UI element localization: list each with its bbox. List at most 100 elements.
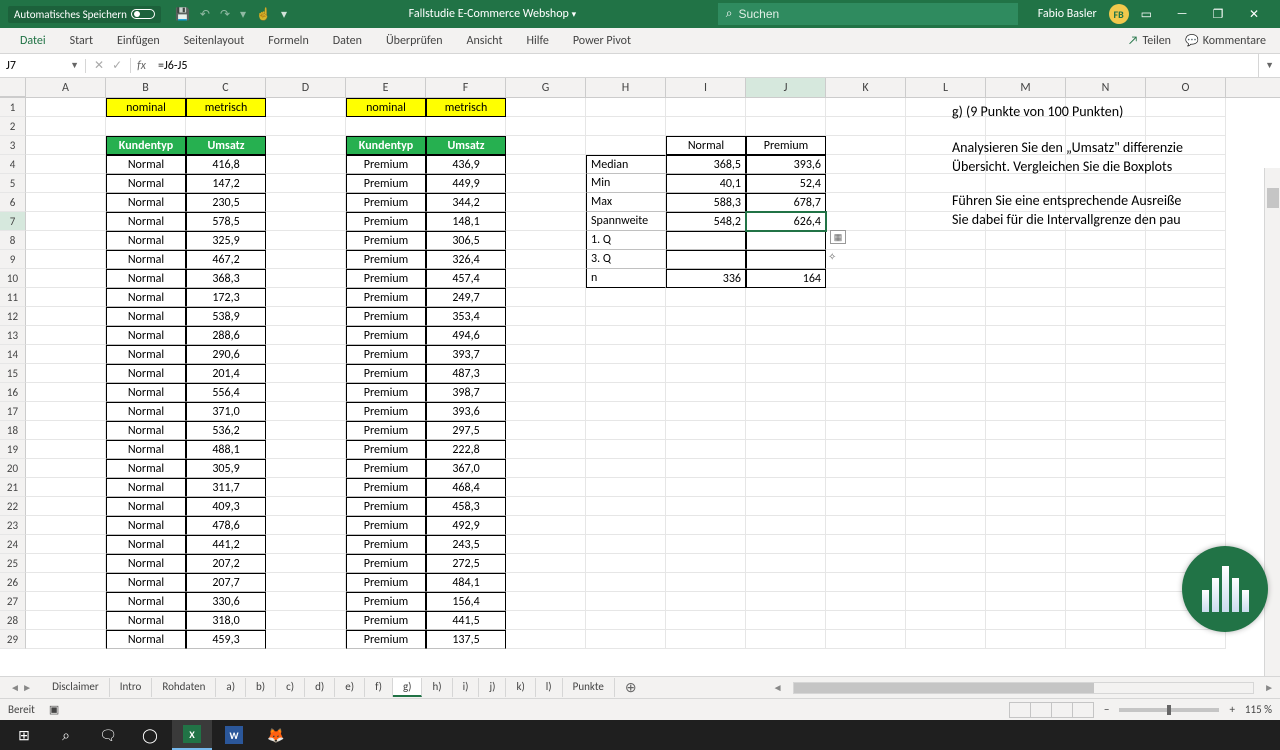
cell-B1[interactable]: nominal (106, 98, 186, 117)
row-header-15[interactable]: 15 (0, 364, 26, 383)
cell-M15[interactable] (986, 364, 1066, 383)
cell-A20[interactable] (26, 459, 106, 478)
cell-E29[interactable]: Premium (346, 630, 426, 649)
cell-G2[interactable] (506, 117, 586, 136)
cell-J14[interactable] (746, 345, 826, 364)
cell-M21[interactable] (986, 478, 1066, 497)
cell-N23[interactable] (1066, 516, 1146, 535)
cell-C4[interactable]: 416,8 (186, 155, 266, 174)
cell-B14[interactable]: Normal (106, 345, 186, 364)
cell-G28[interactable] (506, 611, 586, 630)
cell-I9[interactable] (666, 250, 746, 269)
sheet-tab-h[interactable]: h) (422, 678, 452, 697)
cell-B2[interactable] (106, 117, 186, 136)
cell-C28[interactable]: 318,0 (186, 611, 266, 630)
cell-D25[interactable] (266, 554, 346, 573)
cell-G17[interactable] (506, 402, 586, 421)
row-header-14[interactable]: 14 (0, 345, 26, 364)
cell-C25[interactable]: 207,2 (186, 554, 266, 573)
cell-H21[interactable] (586, 478, 666, 497)
view-buttons[interactable] (1010, 702, 1094, 718)
cell-N19[interactable] (1066, 440, 1146, 459)
cell-A6[interactable] (26, 193, 106, 212)
cell-O20[interactable] (1146, 459, 1226, 478)
cell-M10[interactable] (986, 269, 1066, 288)
cell-L13[interactable] (906, 326, 986, 345)
cell-B10[interactable]: Normal (106, 269, 186, 288)
cell-F3[interactable]: Umsatz (426, 136, 506, 155)
hscroll-left[interactable]: ◄ (767, 681, 789, 694)
cell-I4[interactable]: 368,5 (666, 155, 746, 174)
cell-I20[interactable] (666, 459, 746, 478)
cell-H18[interactable] (586, 421, 666, 440)
cell-D14[interactable] (266, 345, 346, 364)
sheet-tab-e[interactable]: e) (335, 678, 365, 697)
cell-A17[interactable] (26, 402, 106, 421)
cell-D27[interactable] (266, 592, 346, 611)
cell-K4[interactable] (826, 155, 906, 174)
row-header-21[interactable]: 21 (0, 478, 26, 497)
cell-I27[interactable] (666, 592, 746, 611)
cell-D21[interactable] (266, 478, 346, 497)
row-header-2[interactable]: 2 (0, 117, 26, 136)
cell-L14[interactable] (906, 345, 986, 364)
cell-O13[interactable] (1146, 326, 1226, 345)
cell-K16[interactable] (826, 383, 906, 402)
row-header-16[interactable]: 16 (0, 383, 26, 402)
cell-J1[interactable] (746, 98, 826, 117)
row-header-27[interactable]: 27 (0, 592, 26, 611)
cell-K23[interactable] (826, 516, 906, 535)
cell-A4[interactable] (26, 155, 106, 174)
cell-H3[interactable] (586, 136, 666, 155)
ribbon-tab-start[interactable]: Start (58, 30, 105, 52)
cell-M27[interactable] (986, 592, 1066, 611)
cell-O21[interactable] (1146, 478, 1226, 497)
cell-D22[interactable] (266, 497, 346, 516)
cell-G29[interactable] (506, 630, 586, 649)
cell-F18[interactable]: 297,5 (426, 421, 506, 440)
cell-B23[interactable]: Normal (106, 516, 186, 535)
cell-J23[interactable] (746, 516, 826, 535)
cell-K10[interactable] (826, 269, 906, 288)
cell-H25[interactable] (586, 554, 666, 573)
cell-G9[interactable] (506, 250, 586, 269)
cell-K11[interactable] (826, 288, 906, 307)
cell-N11[interactable] (1066, 288, 1146, 307)
col-header-I[interactable]: I (666, 78, 746, 97)
cell-J25[interactable] (746, 554, 826, 573)
cell-H28[interactable] (586, 611, 666, 630)
cell-I15[interactable] (666, 364, 746, 383)
row-header-18[interactable]: 18 (0, 421, 26, 440)
cell-E16[interactable]: Premium (346, 383, 426, 402)
cell-D11[interactable] (266, 288, 346, 307)
undo-icon[interactable]: ↶ (200, 7, 210, 22)
ribbon-tab-einfügen[interactable]: Einfügen (105, 30, 172, 52)
cell-B18[interactable]: Normal (106, 421, 186, 440)
cell-H29[interactable] (586, 630, 666, 649)
cell-F13[interactable]: 494,6 (426, 326, 506, 345)
cell-F23[interactable]: 492,9 (426, 516, 506, 535)
cell-E3[interactable]: Kundentyp (346, 136, 426, 155)
row-header-6[interactable]: 6 (0, 193, 26, 212)
cell-E24[interactable]: Premium (346, 535, 426, 554)
cell-A5[interactable] (26, 174, 106, 193)
cell-O11[interactable] (1146, 288, 1226, 307)
qat-more-icon[interactable]: ▾ (281, 7, 287, 22)
cell-N24[interactable] (1066, 535, 1146, 554)
cell-D9[interactable] (266, 250, 346, 269)
cell-H8[interactable]: 1. Q (586, 231, 666, 250)
cell-H7[interactable]: Spannweite (586, 212, 666, 231)
taskbar-excel[interactable]: X (172, 720, 212, 750)
cell-J8[interactable] (746, 231, 826, 250)
ribbon-tab-formeln[interactable]: Formeln (256, 30, 320, 52)
cell-F28[interactable]: 441,5 (426, 611, 506, 630)
cell-F12[interactable]: 353,4 (426, 307, 506, 326)
cell-N21[interactable] (1066, 478, 1146, 497)
horizontal-scrollbar[interactable] (789, 682, 1259, 694)
cell-H6[interactable]: Max (586, 193, 666, 212)
cell-I13[interactable] (666, 326, 746, 345)
cell-J16[interactable] (746, 383, 826, 402)
cell-C9[interactable]: 467,2 (186, 250, 266, 269)
cell-I29[interactable] (666, 630, 746, 649)
cell-D18[interactable] (266, 421, 346, 440)
